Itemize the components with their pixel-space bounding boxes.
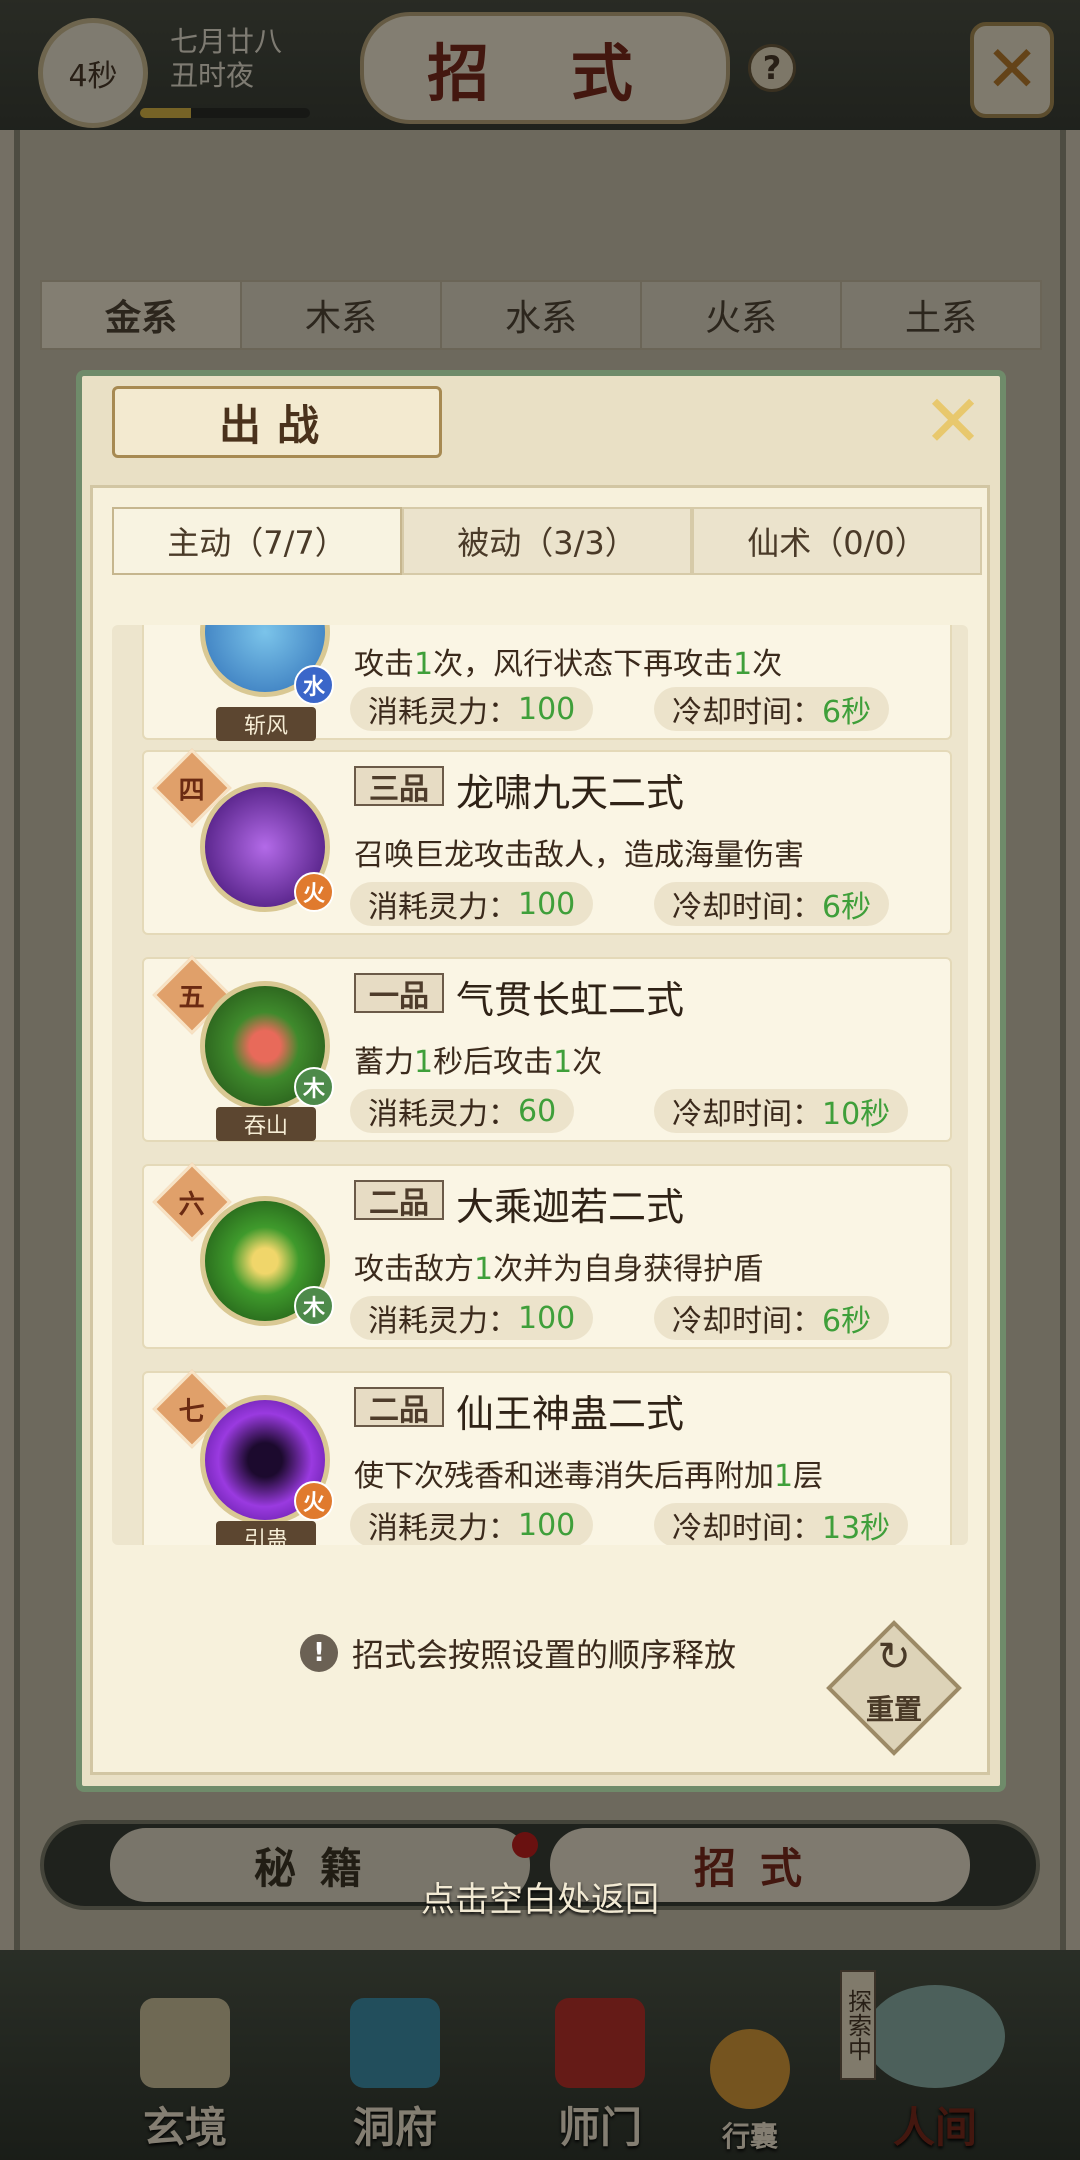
refresh-icon: ↻ bbox=[877, 1634, 911, 1680]
tap-to-return-hint: 点击空白处返回 bbox=[421, 1880, 659, 1920]
tab-active[interactable]: 主动（7/7） bbox=[112, 507, 402, 575]
element-label: 火 bbox=[302, 1491, 325, 1516]
skill-desc: 蓄力1秒后攻击1次 bbox=[354, 1037, 602, 1081]
skill-desc: 召唤巨龙攻击敌人，造成海量伤害 bbox=[354, 830, 804, 874]
skill-type-tabs: 主动（7/7） 被动（3/3） 仙术（0/0） bbox=[112, 507, 982, 575]
element-badge: 火 bbox=[294, 872, 334, 912]
cooldown-label: 冷却时间： bbox=[672, 890, 822, 925]
skill-name: 龙啸九天二式 bbox=[456, 771, 685, 815]
element-badge: 木 bbox=[294, 1067, 334, 1107]
cooldown-label: 冷却时间： bbox=[672, 1097, 822, 1132]
skill-card[interactable]: 七 火 引蛊 二品 仙王神蛊二式 使下次残香和迷毒消失后再附加1层 消耗灵力： 1… bbox=[142, 1369, 952, 1545]
skill-name: 大乘迦若二式 bbox=[456, 1185, 685, 1229]
order-hint: ! 招式会按照设置的顺序释放 bbox=[300, 1630, 736, 1676]
skill-list[interactable]: 水 斩风 攻击1次，风行状态下再攻击1次 消耗灵力： 100 冷却时间： 6秒 四 … bbox=[112, 625, 968, 1545]
dialog-title-plate: 出战 bbox=[112, 386, 442, 458]
cost-value: 100 bbox=[518, 886, 576, 922]
desc-part: 使下次残香和迷毒消失后再附加 bbox=[354, 1459, 774, 1494]
rank-label: 四 bbox=[178, 775, 206, 806]
hint-text: 招式会按照设置的顺序释放 bbox=[352, 1636, 737, 1674]
grade-badge: 二品 bbox=[354, 1180, 444, 1221]
cost-pill: 消耗灵力： 60 bbox=[350, 1089, 575, 1133]
dialog-close-button[interactable]: ✕ bbox=[918, 379, 988, 463]
skill-card[interactable]: 六 木 二品 大乘迦若二式 攻击敌方1次并为自身获得护盾 消耗灵力： 100 冷却… bbox=[142, 1162, 952, 1349]
tab-passive[interactable]: 被动（3/3） bbox=[402, 507, 692, 575]
desc-number: 1 bbox=[414, 647, 434, 682]
cost-label: 消耗灵力： bbox=[368, 1511, 518, 1545]
grade-badge: 二品 bbox=[354, 1387, 444, 1428]
element-badge: 木 bbox=[294, 1286, 334, 1326]
desc-number: 1 bbox=[474, 1252, 494, 1287]
cooldown-value: 6秒 bbox=[822, 695, 872, 730]
element-badge: 水 bbox=[294, 665, 334, 705]
skill-card[interactable]: 五 木 吞山 一品 气贯长虹二式 蓄力1秒后攻击1次 消耗灵力： 60 冷却时间：… bbox=[142, 955, 952, 1142]
dialog-title: 出战 bbox=[218, 400, 335, 450]
cooldown-value: 10秒 bbox=[822, 1097, 891, 1132]
desc-part: 蓄力 bbox=[354, 1045, 414, 1080]
cooldown-pill: 冷却时间： 13秒 bbox=[654, 1503, 909, 1545]
element-label: 木 bbox=[302, 1077, 325, 1102]
desc-number: 1 bbox=[553, 1045, 573, 1080]
cost-label: 消耗灵力： bbox=[368, 1304, 518, 1339]
rank-label: 七 bbox=[178, 1396, 206, 1427]
cooldown-value: 13秒 bbox=[822, 1511, 891, 1545]
cooldown-label: 冷却时间： bbox=[672, 1511, 822, 1545]
skill-card[interactable]: 水 斩风 攻击1次，风行状态下再攻击1次 消耗灵力： 100 冷却时间： 6秒 bbox=[142, 625, 952, 741]
cost-pill: 消耗灵力： 100 bbox=[350, 1503, 594, 1545]
cooldown-value: 6秒 bbox=[822, 890, 872, 925]
cost-value: 60 bbox=[518, 1093, 557, 1129]
desc-number: 1 bbox=[733, 647, 753, 682]
skill-name: 仙王神蛊二式 bbox=[456, 1392, 685, 1436]
desc-number: 1 bbox=[774, 1459, 794, 1494]
cooldown-label: 冷却时间： bbox=[672, 1304, 822, 1339]
cooldown-value: 6秒 bbox=[822, 1304, 872, 1339]
cooldown-label: 冷却时间： bbox=[672, 695, 822, 730]
skill-icon-tag: 吞山 bbox=[216, 1107, 316, 1141]
reset-label: 重置 bbox=[865, 1693, 922, 1726]
skill-icon-tag: 斩风 bbox=[216, 707, 316, 741]
desc-part: 次，风行状态下再攻击 bbox=[433, 647, 734, 682]
cost-value: 100 bbox=[518, 691, 576, 727]
desc-part: 次并为自身获得护盾 bbox=[493, 1252, 764, 1287]
skill-desc: 使下次残香和迷毒消失后再附加1层 bbox=[354, 1451, 823, 1495]
desc-part: 攻击敌方 bbox=[354, 1252, 474, 1287]
grade-badge: 一品 bbox=[354, 973, 444, 1014]
rank-label: 六 bbox=[178, 1189, 206, 1220]
element-badge: 火 bbox=[294, 1481, 334, 1521]
element-label: 火 bbox=[302, 882, 325, 907]
info-icon: ! bbox=[300, 1634, 338, 1672]
skill-desc: 攻击敌方1次并为自身获得护盾 bbox=[354, 1244, 763, 1288]
desc-part: 召唤巨龙攻击敌人，造成海量伤害 bbox=[354, 838, 804, 873]
cooldown-pill: 冷却时间： 6秒 bbox=[654, 1296, 890, 1340]
cooldown-pill: 冷却时间： 10秒 bbox=[654, 1089, 909, 1133]
rank-label: 五 bbox=[178, 982, 206, 1013]
tab-spell[interactable]: 仙术（0/0） bbox=[692, 507, 982, 575]
cost-value: 100 bbox=[518, 1507, 576, 1543]
cost-pill: 消耗灵力： 100 bbox=[350, 687, 594, 731]
skill-icon-tag: 引蛊 bbox=[216, 1521, 316, 1545]
cooldown-pill: 冷却时间： 6秒 bbox=[654, 687, 890, 731]
element-label: 水 bbox=[302, 675, 325, 700]
cost-pill: 消耗灵力： 100 bbox=[350, 1296, 594, 1340]
close-icon: ✕ bbox=[922, 379, 984, 463]
cost-pill: 消耗灵力： 100 bbox=[350, 882, 594, 926]
desc-part: 攻击 bbox=[354, 647, 414, 682]
grade-badge: 三品 bbox=[354, 766, 444, 807]
cost-value: 100 bbox=[518, 1300, 576, 1336]
skill-desc: 攻击1次，风行状态下再攻击1次 bbox=[354, 639, 782, 683]
cost-label: 消耗灵力： bbox=[368, 1097, 518, 1132]
skill-card[interactable]: 四 火 三品 龙啸九天二式 召唤巨龙攻击敌人，造成海量伤害 消耗灵力： 100 冷… bbox=[142, 748, 952, 935]
cost-label: 消耗灵力： bbox=[368, 890, 518, 925]
cooldown-pill: 冷却时间： 6秒 bbox=[654, 882, 890, 926]
skill-name: 气贯长虹二式 bbox=[456, 978, 685, 1022]
element-label: 木 bbox=[302, 1296, 325, 1321]
cost-label: 消耗灵力： bbox=[368, 695, 518, 730]
desc-part: 层 bbox=[793, 1459, 824, 1494]
desc-part: 次 bbox=[752, 647, 783, 682]
desc-number: 1 bbox=[414, 1045, 434, 1080]
desc-part: 次 bbox=[572, 1045, 603, 1080]
desc-part: 秒后攻击 bbox=[433, 1045, 554, 1080]
